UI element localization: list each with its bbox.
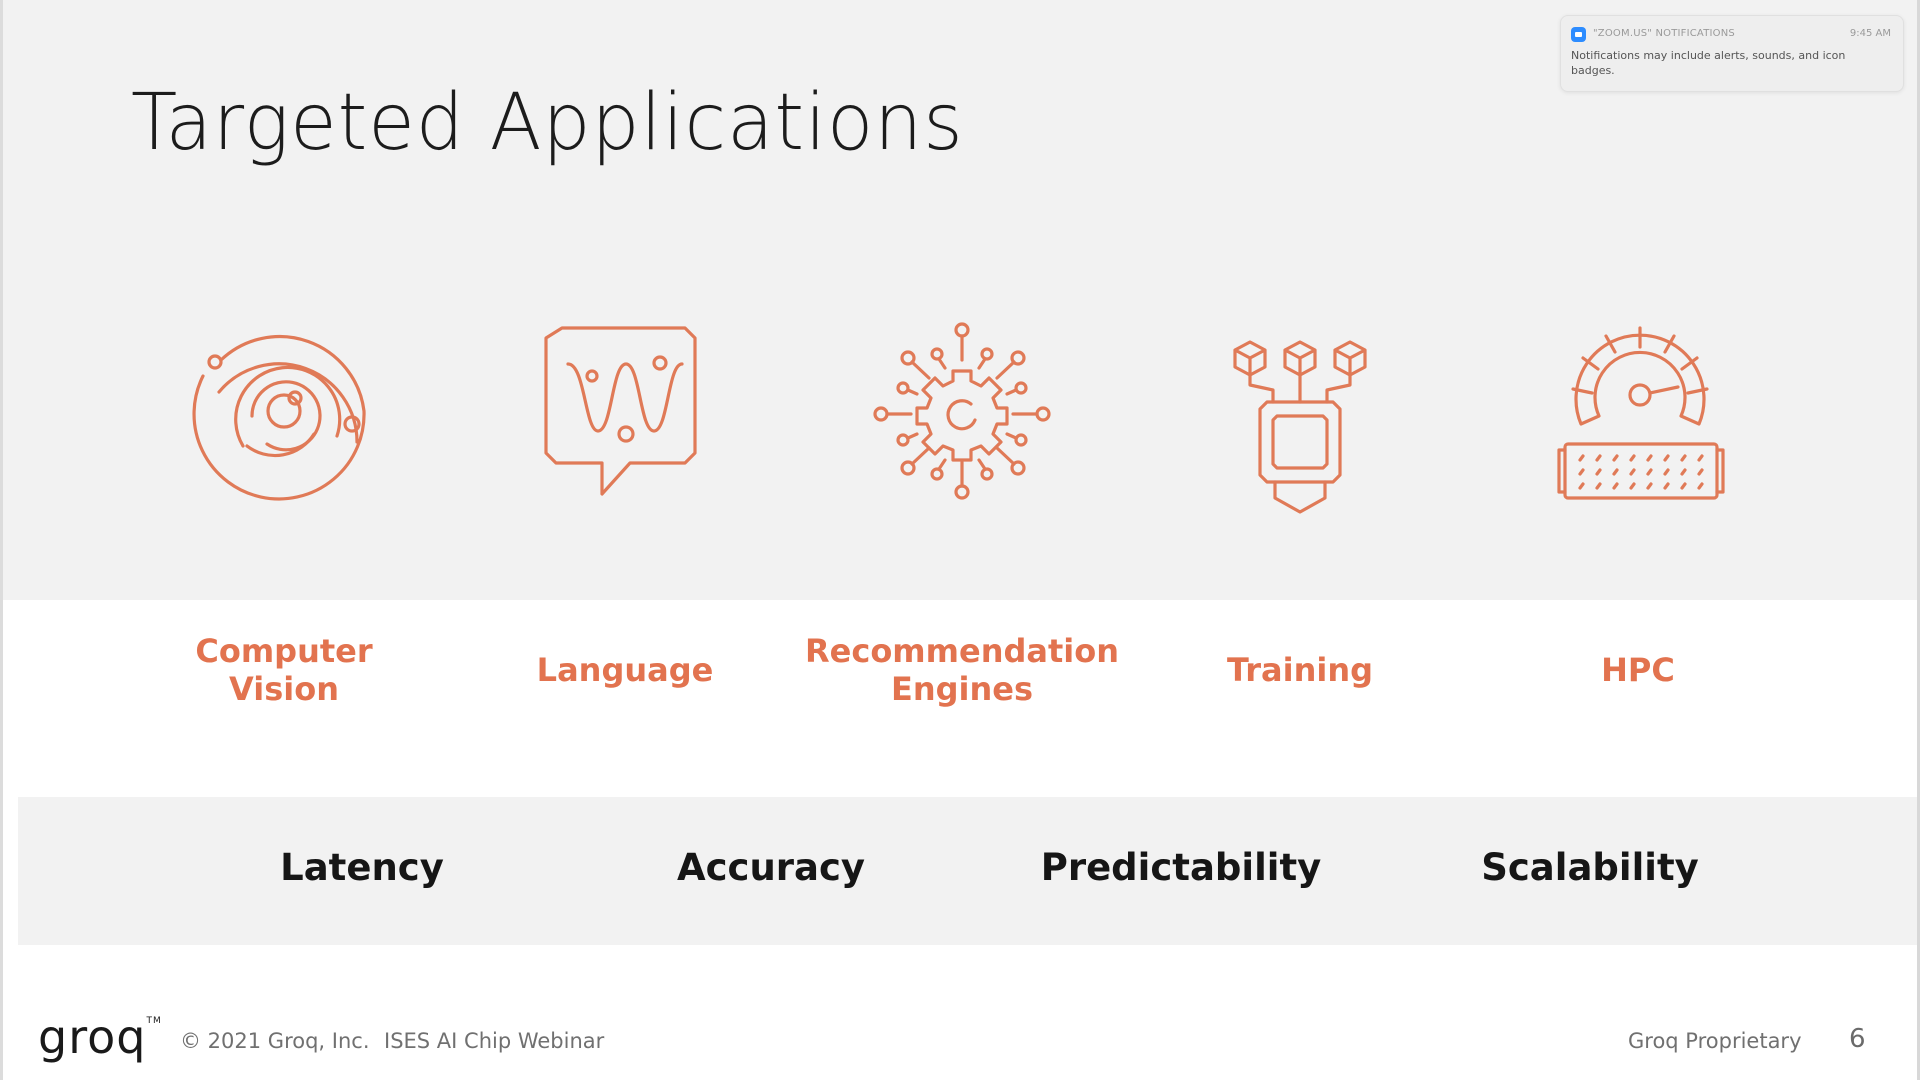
speech-bubble-wave-icon [530,316,720,506]
app-label-computer-vision: Computer Vision [124,632,444,708]
zoom-app-icon [1571,27,1586,42]
app-label-hpc: HPC [1478,651,1798,689]
app-label-line: Vision [229,670,339,708]
gear-network-icon [867,316,1057,506]
footer-copyright: © 2021 Groq, Inc. [180,1029,370,1053]
app-label-line: Engines [890,670,1034,708]
footer-event: ISES AI Chip Webinar [384,1029,605,1053]
app-label-line: Language [536,651,714,689]
speedometer-chip-icon [1543,316,1733,506]
app-label-line: Training [1226,651,1374,689]
cubes-chip-icon [1205,330,1395,520]
trademark-mark: TM [146,1016,162,1026]
slide-title: Targeted Applications [131,78,964,168]
app-label-recommendation-engines: Recommendation Engines [802,632,1122,708]
groq-logo: groqTM [38,1010,162,1064]
app-label-line: HPC [1601,651,1675,689]
notification-app-name: "ZOOM.US" NOTIFICATIONS [1593,28,1735,39]
page-number: 6 [1849,1024,1866,1054]
orbit-target-icon [189,316,379,506]
footer-classification: Groq Proprietary [1628,1029,1802,1053]
notification-body: Notifications may include alerts, sounds… [1571,49,1846,77]
metric-latency: Latency [280,846,444,889]
app-label-line: Computer [195,632,373,670]
metric-scalability: Scalability [1481,846,1699,889]
app-label-language: Language [465,651,785,689]
app-label-line: Recommendation [805,632,1119,670]
metric-accuracy: Accuracy [676,846,866,889]
logo-text: groq [38,1010,147,1064]
notification-time: 9:45 AM [1849,28,1891,39]
metric-predictability: Predictability [1040,846,1322,889]
app-label-training: Training [1140,651,1460,689]
zoom-notification[interactable]: "ZOOM.US" NOTIFICATIONS 9:45 AM Notifica… [1560,15,1904,92]
